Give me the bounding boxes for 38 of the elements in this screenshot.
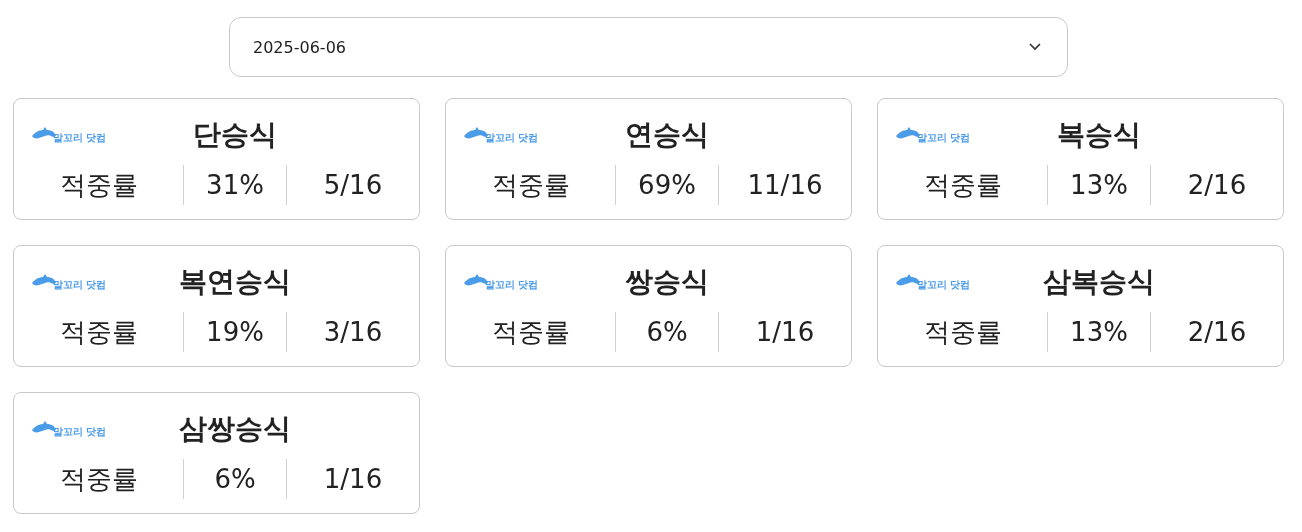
card-title: 삼쌍승식 [178,411,292,447]
stat-label: 적중률 [491,168,570,202]
hit-count: 1/16 [755,317,815,347]
logo-text: 말꼬리 닷컴 [917,131,971,145]
hit-rate: 19% [206,317,264,347]
hit-count: 11/16 [747,170,823,200]
logo-text: 말꼬리 닷컴 [917,278,971,292]
logo-text: 말꼬리 닷컴 [53,278,107,292]
hit-rate: 6% [214,464,256,494]
hit-rate: 13% [1070,170,1128,200]
stat-label: 적중률 [59,168,138,202]
hit-count: 2/16 [1187,317,1247,347]
card-title: 삼복승식 [1042,264,1156,300]
hit-rate: 6% [646,317,688,347]
stat-label: 적중률 [923,315,1002,349]
hit-count: 5/16 [323,170,383,200]
date-value: 2025-06-06 [253,37,346,57]
card-title: 단승식 [192,117,278,153]
logo-text: 말꼬리 닷컴 [53,425,107,439]
hit-rate: 69% [638,170,696,200]
hit-count: 3/16 [323,317,383,347]
card-title: 쌍승식 [624,264,710,300]
stat-label: 적중률 [59,315,138,349]
stat-label: 적중률 [59,462,138,496]
card-title: 복승식 [1056,117,1142,153]
logo-text: 말꼬리 닷컴 [53,131,107,145]
chevron-down-icon [1029,43,1041,51]
hit-rate: 13% [1070,317,1128,347]
card-title: 연승식 [624,117,710,153]
hit-count: 1/16 [323,464,383,494]
logo-text: 말꼬리 닷컴 [485,278,539,292]
stat-label: 적중률 [491,315,570,349]
card-title: 복연승식 [178,264,292,300]
hit-count: 2/16 [1187,170,1247,200]
date-dropdown[interactable]: 2025-06-06 [229,17,1068,77]
logo-text: 말꼬리 닷컴 [485,131,539,145]
hit-rate: 31% [206,170,264,200]
stat-label: 적중률 [923,168,1002,202]
